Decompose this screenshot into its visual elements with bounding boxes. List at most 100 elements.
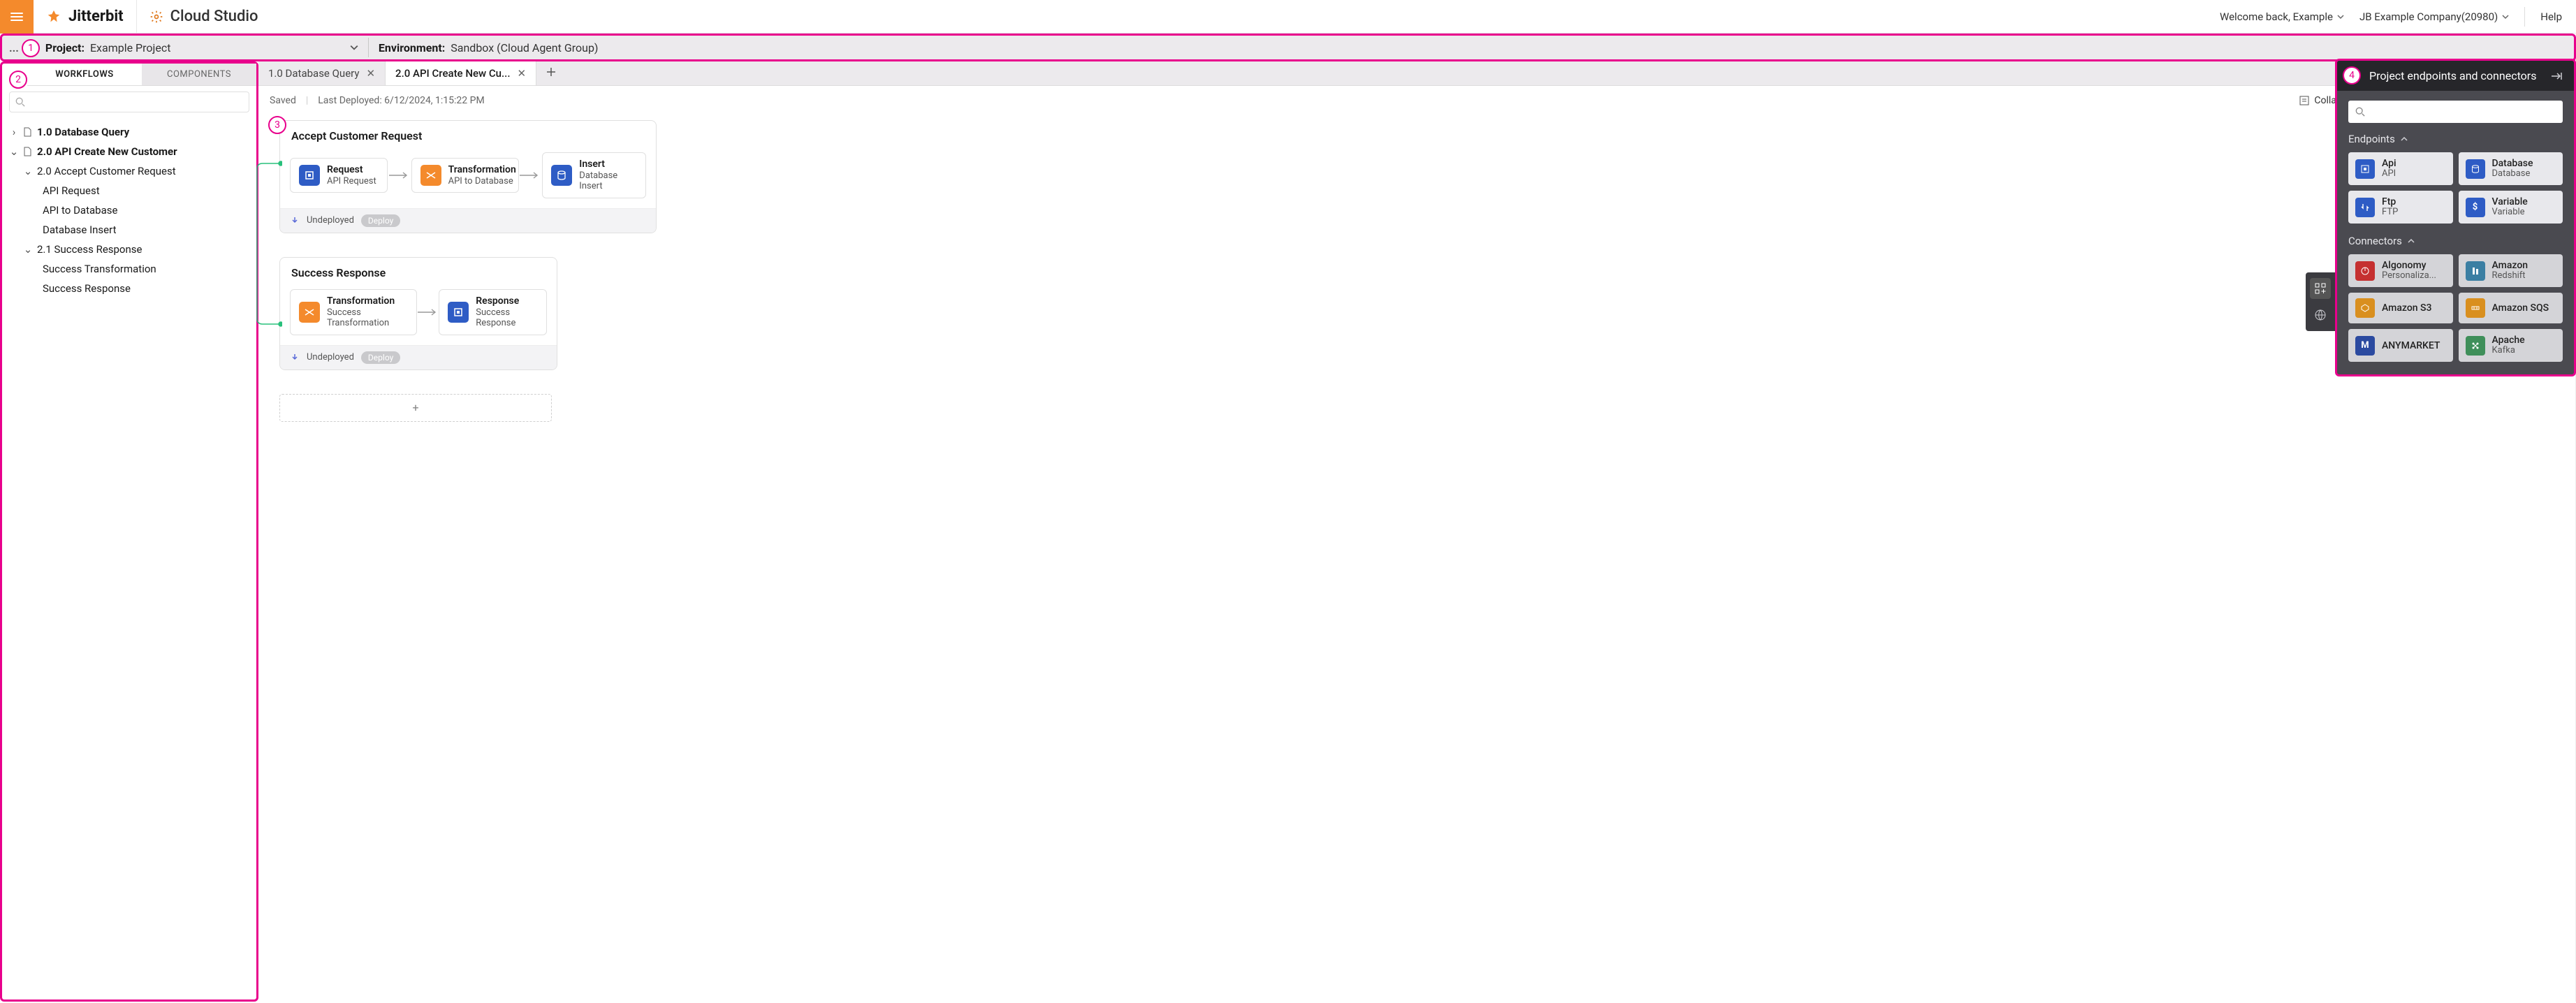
welcome-user-dropdown[interactable]: Welcome back, Example: [2220, 10, 2344, 23]
tree-leaf-database-insert[interactable]: Database Insert: [5, 220, 254, 240]
canvas-tabs: 1.0 Database Query ✕ 2.0 API Create New …: [258, 61, 2575, 86]
database-icon: [2466, 159, 2485, 179]
project-bar: 1 ... Project: Example Project Environme…: [0, 34, 2576, 61]
operation-accept-customer-request[interactable]: Accept Customer Request RequestAPI Reque…: [279, 120, 657, 233]
canvas-tab-label: 1.0 Database Query: [268, 67, 359, 80]
connectors-section-header[interactable]: Connectors: [2348, 235, 2563, 247]
workflow-tree: › 1.0 Database Query ⌄ 2.0 API Create Ne…: [2, 118, 256, 302]
annotation-4: 4: [2343, 66, 2361, 85]
palette-title: Project endpoints and connectors: [2369, 69, 2536, 82]
environment-display: Environment: Sandbox (Cloud Agent Group): [379, 41, 611, 54]
transform-icon: [299, 302, 320, 323]
canvas-tab-label: 2.0 API Create New Cu...: [395, 67, 510, 80]
operation-success-response[interactable]: Success Response TransformationSuccess T…: [279, 257, 557, 370]
endpoint-tile-database[interactable]: DatabaseDatabase: [2459, 152, 2563, 185]
endpoint-tile-api[interactable]: ApiAPI: [2348, 152, 2453, 185]
hamburger-menu-button[interactable]: [0, 0, 34, 34]
tile-subtitle: API: [2382, 169, 2396, 180]
close-icon[interactable]: ✕: [518, 67, 527, 80]
connector-tile-anymarket[interactable]: MANYMARKET: [2348, 329, 2453, 362]
tile-title: Amazon SQS: [2492, 302, 2549, 314]
tree-leaf-api-request[interactable]: API Request: [5, 181, 254, 200]
connector-tile-amazon-sqs[interactable]: Amazon SQS: [2459, 293, 2563, 323]
tile-subtitle: Database: [2492, 169, 2533, 180]
design-canvas[interactable]: Accept Customer Request RequestAPI Reque…: [258, 115, 2575, 436]
connector-tile-algonomy[interactable]: AlgonomyPersonaliza...: [2348, 254, 2453, 287]
step-subtitle: Database Insert: [579, 170, 637, 192]
chevron-down-icon: ⌄: [23, 165, 33, 177]
chevron-right-icon: ›: [9, 126, 19, 138]
chevron-down-icon: ⌄: [9, 145, 19, 158]
palette-search-input[interactable]: [2348, 101, 2563, 123]
endpoints-section-header[interactable]: Endpoints: [2348, 133, 2563, 145]
tile-title: Api: [2382, 158, 2396, 169]
document-icon: [23, 127, 33, 137]
brand[interactable]: Jitterbit: [34, 0, 137, 33]
company-dropdown[interactable]: JB Example Company(20980): [2359, 10, 2509, 23]
deploy-button[interactable]: Deploy: [361, 351, 400, 364]
tile-title: Amazon S3: [2382, 302, 2432, 314]
step-card-response[interactable]: ResponseSuccess Response: [439, 289, 547, 335]
transform-icon: [420, 165, 441, 186]
tree-node-label: Success Response: [43, 282, 131, 295]
tree-node-success-response[interactable]: ⌄ 2.1 Success Response: [5, 240, 254, 259]
step-card-insert[interactable]: InsertDatabase Insert: [542, 152, 646, 198]
flow-arrow-icon: [417, 309, 439, 316]
tile-title: Amazon: [2492, 260, 2529, 271]
endpoint-tile-variable[interactable]: $VariableVariable: [2459, 191, 2563, 224]
canvas-tab-database-query[interactable]: 1.0 Database Query ✕: [258, 61, 386, 85]
tree-leaf-success-response[interactable]: Success Response: [5, 279, 254, 298]
connector-tile-apache-kafka[interactable]: ApacheKafka: [2459, 329, 2563, 362]
tree-node-database-query[interactable]: › 1.0 Database Query: [5, 122, 254, 142]
palette-collapse-button[interactable]: [2550, 71, 2563, 81]
project-tree-panel: 2 WORKFLOWS COMPONENTS › 1.0 Database Qu…: [0, 61, 258, 1002]
collapse-right-icon: [2550, 71, 2563, 81]
tree-node-accept-customer-request[interactable]: ⌄ 2.0 Accept Customer Request: [5, 161, 254, 181]
endpoint-tile-ftp[interactable]: FtpFTP: [2348, 191, 2453, 224]
main-content: 2 WORKFLOWS COMPONENTS › 1.0 Database Qu…: [0, 61, 2576, 1002]
brand-text: Jitterbit: [68, 8, 124, 25]
section-label: Endpoints: [2348, 133, 2395, 145]
tree-node-label: 2.1 Success Response: [37, 243, 142, 256]
connector-palette: 4 Project endpoints and connectors Endpo…: [2335, 59, 2576, 376]
tile-title: Variable: [2492, 196, 2528, 207]
step-card-request[interactable]: RequestAPI Request: [290, 158, 388, 193]
gear-icon: [149, 10, 163, 24]
operation-title: Accept Customer Request: [280, 121, 656, 147]
rail-components-button[interactable]: [2310, 278, 2331, 299]
tab-workflows[interactable]: WORKFLOWS: [27, 64, 142, 86]
canvas-tab-api-create-customer[interactable]: 2.0 API Create New Cu... ✕: [386, 61, 536, 85]
undeployed-label: Undeployed: [307, 215, 354, 226]
step-title: Request: [327, 164, 376, 176]
tree-leaf-api-to-database[interactable]: API to Database: [5, 200, 254, 220]
add-tab-button[interactable]: [536, 61, 566, 85]
chevron-up-icon: [2408, 237, 2415, 244]
studio-text: Cloud Studio: [170, 8, 258, 25]
step-card-transformation[interactable]: TransformationAPI to Database: [411, 158, 519, 193]
app-bar: Jitterbit Cloud Studio Welcome back, Exa…: [0, 0, 2576, 34]
step-card-transformation[interactable]: TransformationSuccess Transformation: [290, 289, 417, 335]
rail-global-button[interactable]: [2310, 305, 2331, 325]
anymarket-icon: M: [2355, 336, 2375, 356]
plus-icon: +: [412, 401, 418, 414]
connector-tile-amazon-redshift[interactable]: AmazonRedshift: [2459, 254, 2563, 287]
environment-value: Sandbox (Cloud Agent Group): [451, 41, 598, 54]
help-link[interactable]: Help: [2540, 10, 2562, 23]
tab-components[interactable]: COMPONENTS: [142, 64, 256, 86]
project-label: Project:: [45, 41, 85, 54]
tile-subtitle: Variable: [2492, 207, 2528, 218]
search-icon: [2355, 107, 2365, 117]
deploy-button[interactable]: Deploy: [361, 214, 400, 227]
add-operation-placeholder[interactable]: +: [279, 394, 552, 422]
welcome-text: Welcome back, Example: [2220, 10, 2333, 23]
tree-node-api-create-customer[interactable]: ⌄ 2.0 API Create New Customer: [5, 142, 254, 161]
close-icon[interactable]: ✕: [366, 67, 375, 80]
annotation-2: 2: [9, 71, 27, 89]
tile-title: Apache: [2492, 335, 2525, 346]
deployed-status: Last Deployed: 6/12/2024, 1:15:22 PM: [318, 95, 484, 106]
flow-arrow-icon: [519, 172, 543, 179]
connector-tile-amazon-s3[interactable]: Amazon S3: [2348, 293, 2453, 323]
project-selector[interactable]: Project: Example Project: [26, 41, 368, 54]
tree-search-input[interactable]: [9, 91, 249, 112]
tree-leaf-success-transformation[interactable]: Success Transformation: [5, 259, 254, 279]
